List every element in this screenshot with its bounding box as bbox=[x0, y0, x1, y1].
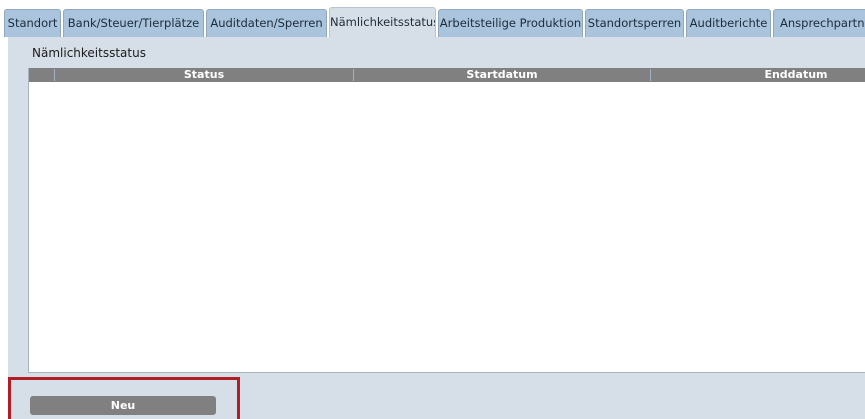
highlight-frame bbox=[8, 377, 240, 419]
section-title: Nämlichkeitsstatus bbox=[32, 46, 146, 60]
tab-auditberichte[interactable]: Auditberichte bbox=[686, 9, 771, 37]
table-header: Status Startdatum Enddatum bbox=[29, 68, 865, 82]
column-header-startdatum[interactable]: Startdatum bbox=[354, 68, 650, 82]
status-table: Status Startdatum Enddatum bbox=[28, 68, 865, 373]
tab-arbeitsteilige-produktion[interactable]: Arbeitsteilige Produktion bbox=[438, 9, 583, 37]
tab-naemlichkeitsstatus[interactable]: Nämlichkeitsstatus bbox=[329, 7, 436, 37]
tab-ansprechpartner[interactable]: Ansprechpartne bbox=[773, 9, 865, 37]
tab-auditdaten-sperren[interactable]: Auditdaten/Sperren bbox=[206, 9, 327, 37]
column-header-status[interactable]: Status bbox=[55, 68, 353, 82]
tab-content-panel: Nämlichkeitsstatus Status Startdatum End… bbox=[8, 37, 865, 419]
column-header-enddatum[interactable]: Enddatum bbox=[651, 68, 865, 82]
tab-standort[interactable]: Standort bbox=[4, 9, 61, 37]
tab-standortsperren[interactable]: Standortsperren bbox=[585, 9, 684, 37]
tab-bank-steuer-tierplaetze[interactable]: Bank/Steuer/Tierplätze bbox=[63, 9, 204, 37]
tab-bar: Standort Bank/Steuer/Tierplätze Auditdat… bbox=[0, 0, 865, 37]
